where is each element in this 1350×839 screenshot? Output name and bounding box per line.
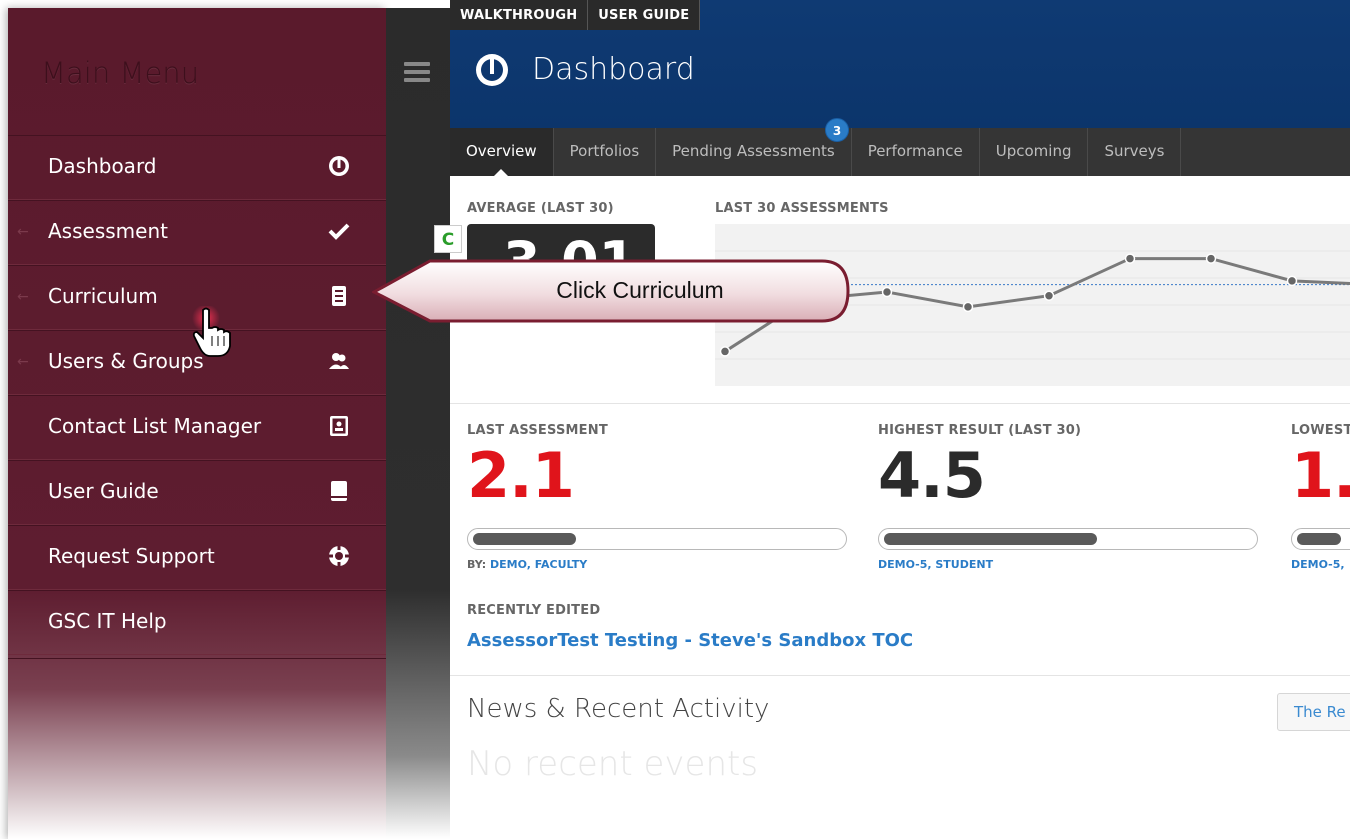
last-30-label: LAST 30 ASSESSMENTS <box>715 201 889 216</box>
stat-label: LAST ASSESSMENT <box>467 423 608 438</box>
empty-state-text: No recent events <box>467 744 759 784</box>
walkthrough-callout: Click Curriculum <box>370 255 852 327</box>
grade-badge: C <box>434 225 462 253</box>
progress-fill <box>1297 533 1342 545</box>
dashboard-main: WALKTHROUGH USER GUIDE Dashboard Overvie… <box>450 0 1350 839</box>
section-divider <box>450 403 1350 404</box>
bottom-fade <box>450 780 1350 839</box>
tab-upcoming[interactable]: Upcoming <box>980 128 1089 176</box>
tab-overview[interactable]: Overview <box>450 128 554 176</box>
chart-point <box>719 346 731 357</box>
last-assessment-stat: LAST ASSESSMENT 2.1 BY: DEMO, FACULTY <box>467 423 847 571</box>
cabinet-icon <box>326 284 352 310</box>
stat-value: 4.5 <box>878 439 986 512</box>
author-prefix: BY: <box>467 558 491 571</box>
stat-author: BY: DEMO, FACULTY <box>467 558 847 571</box>
walkthrough-button[interactable]: WALKTHROUGH <box>450 0 589 30</box>
tab-performance[interactable]: Performance <box>852 128 980 176</box>
menu-item-contact-list-manager[interactable]: Contact List Manager <box>8 395 386 460</box>
expand-arrow-icon: ← <box>17 354 29 370</box>
stat-author: DEMO-5, STUDENT <box>878 558 1258 571</box>
menu-item-label: GSC IT Help <box>48 609 167 633</box>
tab-pending-assessments[interactable]: Pending Assessments <box>656 128 852 176</box>
stat-author: DEMO-5, <box>1291 558 1350 571</box>
main-menu-title: Main Menu <box>41 56 200 90</box>
stat-value: 2.1 <box>467 439 575 512</box>
chart-point <box>1043 290 1055 301</box>
menu-item-label: Dashboard <box>48 154 157 178</box>
lifebuoy-icon <box>326 544 352 570</box>
menu-item-label: Curriculum <box>48 284 158 308</box>
menu-item-user-guide[interactable]: User Guide <box>8 460 386 525</box>
stat-label: LOWEST <box>1291 423 1350 438</box>
expand-arrow-icon: ← <box>17 289 29 305</box>
help-toolbar: WALKTHROUGH USER GUIDE <box>450 0 701 30</box>
callout-text: Click Curriculum <box>556 277 724 303</box>
pending-count-badge: 3 <box>825 118 849 142</box>
menu-item-label: Contact List Manager <box>48 414 262 438</box>
sidebar-divider <box>8 658 386 718</box>
page-title: Dashboard <box>532 52 695 87</box>
chart-point <box>1205 253 1217 264</box>
menu-item-label: Request Support <box>48 544 215 568</box>
progress-fill <box>473 533 577 545</box>
news-filter-button[interactable]: The Re <box>1277 693 1350 731</box>
menu-toggle-strip <box>386 8 450 839</box>
menu-item-label: User Guide <box>48 479 159 503</box>
top-header: WALKTHROUGH USER GUIDE Dashboard <box>450 0 1350 128</box>
recently-edited-label: RECENTLY EDITED <box>467 603 601 618</box>
users-icon <box>326 349 352 375</box>
hand-pointer-cursor-icon <box>192 306 231 357</box>
user-guide-button[interactable]: USER GUIDE <box>588 0 701 30</box>
expand-arrow-icon: ← <box>17 224 29 240</box>
tab-surveys[interactable]: Surveys <box>1088 128 1182 176</box>
author-link[interactable]: DEMO-5, STUDENT <box>878 558 993 571</box>
lowest-result-stat: LOWEST 1. DEMO-5, <box>1291 423 1350 571</box>
progress-bar <box>878 528 1258 550</box>
average-label: AVERAGE (LAST 30) <box>467 201 614 216</box>
stat-label: HIGHEST RESULT (LAST 30) <box>878 423 1082 438</box>
author-link[interactable]: DEMO-5, <box>1291 558 1345 571</box>
dashboard-gauge-icon <box>326 154 352 180</box>
menu-item-label: Assessment <box>48 219 168 243</box>
recently-edited-link[interactable]: AssessorTest Testing - Steve's Sandbox T… <box>467 630 913 651</box>
section-divider <box>450 675 1350 676</box>
main-menu-sidebar: Main Menu Dashboard ← Assessment ← Curri… <box>8 8 386 839</box>
dashboard-gauge-icon <box>476 54 508 86</box>
progress-fill <box>884 533 1098 545</box>
chart-point <box>881 286 893 298</box>
dashboard-tabs: Overview Portfolios Pending Assessments … <box>450 128 1350 176</box>
news-title: News & Recent Activity <box>467 694 770 724</box>
contact-card-icon <box>326 414 352 440</box>
tab-portfolios[interactable]: Portfolios <box>554 128 657 176</box>
author-link[interactable]: DEMO, FACULTY <box>490 558 587 571</box>
menu-item-assessment[interactable]: ← Assessment <box>8 200 386 265</box>
checkmark-icon <box>326 219 352 245</box>
chart-point <box>1124 253 1136 264</box>
stat-value: 1. <box>1291 439 1350 512</box>
menu-item-request-support[interactable]: Request Support <box>8 525 386 590</box>
progress-bar <box>467 528 847 550</box>
menu-item-dashboard[interactable]: Dashboard <box>8 135 386 200</box>
highest-result-stat: HIGHEST RESULT (LAST 30) 4.5 DEMO-5, STU… <box>878 423 1258 571</box>
hamburger-menu-icon[interactable] <box>404 62 430 82</box>
book-icon <box>326 479 352 505</box>
chart-point <box>962 301 974 313</box>
progress-bar <box>1291 528 1350 550</box>
chart-point <box>1286 275 1298 287</box>
menu-item-gsc-it-help[interactable]: GSC IT Help <box>8 590 386 655</box>
menu-item-label: Users & Groups <box>48 349 204 373</box>
